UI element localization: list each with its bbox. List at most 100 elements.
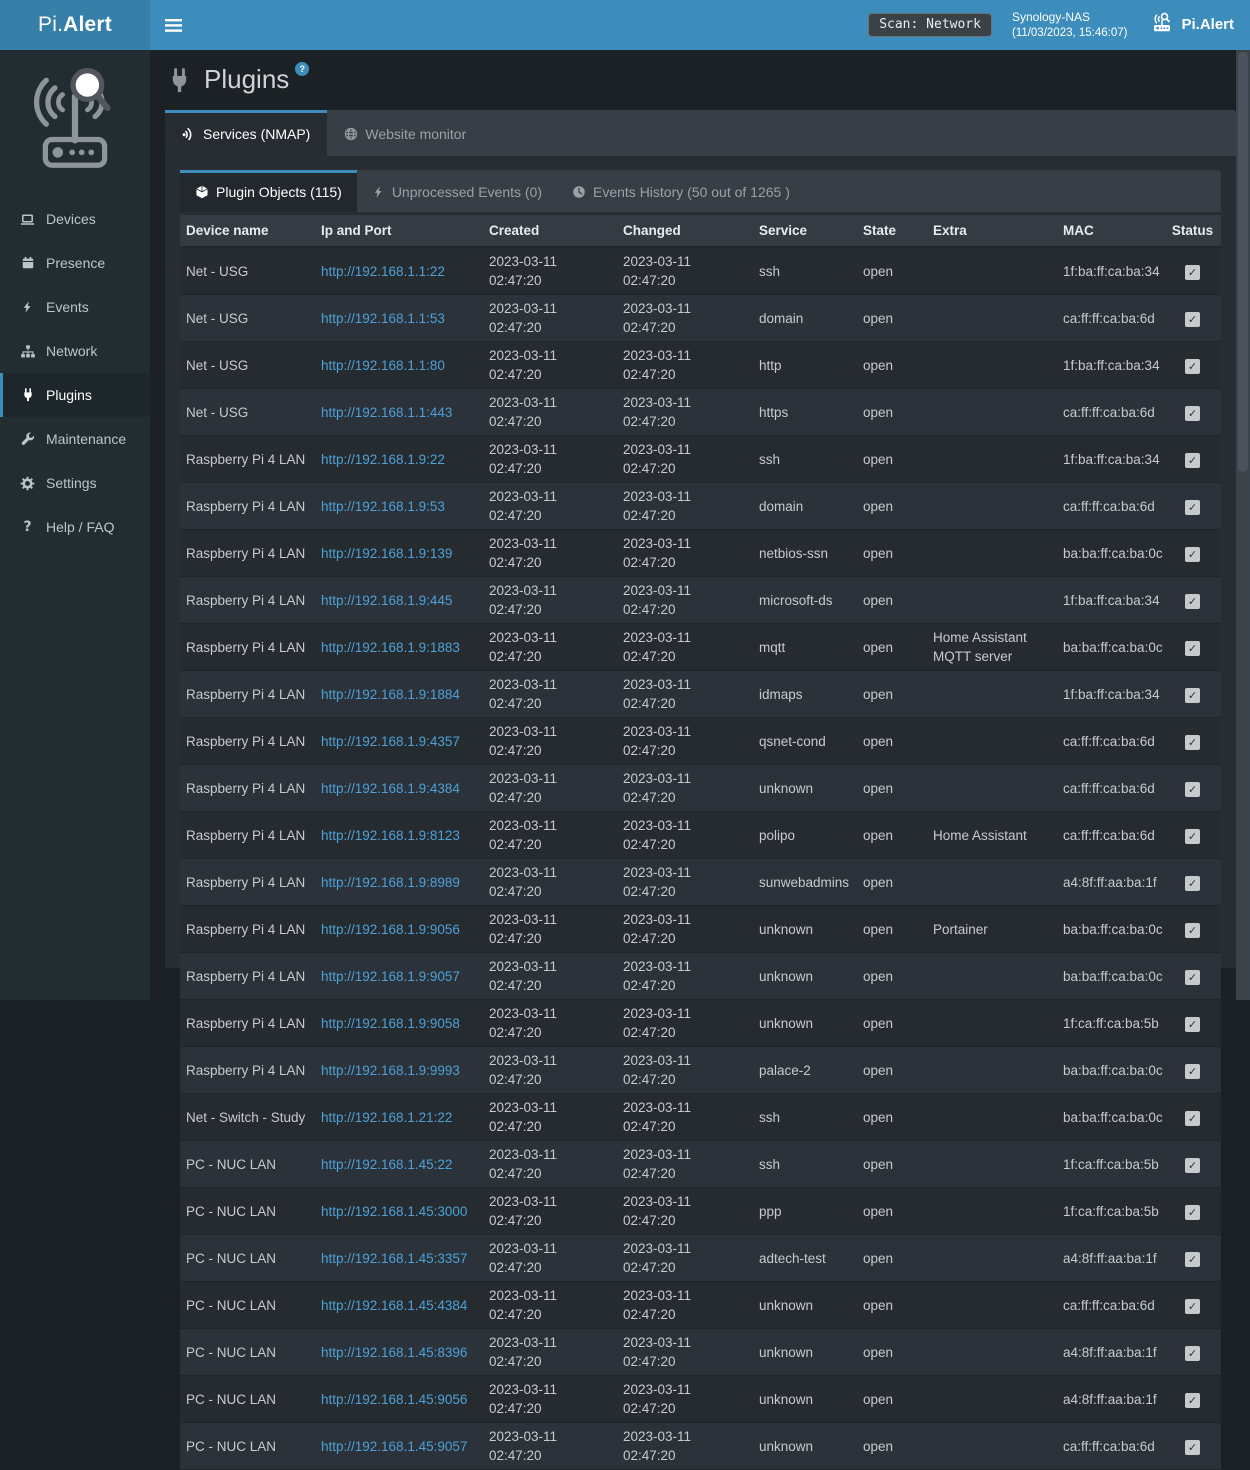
mac-cell: ca:ff:ff:ca:ba:6d (1057, 295, 1164, 342)
column-header-changed[interactable]: Changed (617, 215, 753, 247)
changed-cell: 2023-03-11 02:47:20 (617, 1047, 753, 1094)
status-cell: ✓ (1164, 247, 1221, 295)
ip-port-url[interactable]: http://192.168.1.45:9057 (321, 1439, 467, 1454)
device-name-cell: PC - NUC LAN (180, 1423, 315, 1470)
bolt-icon (372, 185, 385, 199)
ip-port-url[interactable]: http://192.168.1.9:9057 (321, 969, 460, 984)
status-checkbox[interactable]: ✓ (1185, 1158, 1200, 1173)
cube-icon (195, 185, 209, 199)
mac-cell: ca:ff:ff:ca:ba:6d (1057, 1423, 1164, 1470)
status-checkbox[interactable]: ✓ (1185, 1393, 1200, 1408)
status-checkbox[interactable]: ✓ (1185, 1111, 1200, 1126)
status-checkbox[interactable]: ✓ (1185, 1017, 1200, 1032)
status-checkbox[interactable]: ✓ (1185, 312, 1200, 327)
ip-port-url[interactable]: http://192.168.1.9:9056 (321, 922, 460, 937)
ip-port-url[interactable]: http://192.168.1.9:8989 (321, 875, 460, 890)
status-cell: ✓ (1164, 577, 1221, 624)
ip-port-url[interactable]: http://192.168.1.9:9058 (321, 1016, 460, 1031)
ip-port-url[interactable]: http://192.168.1.45:3000 (321, 1204, 467, 1219)
extra-cell (927, 953, 1057, 1000)
service-cell: ssh (753, 436, 857, 483)
column-header-device-name[interactable]: Device name (180, 215, 315, 247)
status-checkbox[interactable]: ✓ (1185, 1252, 1200, 1267)
tab-services-nmap[interactable]: Services (NMAP) (165, 110, 327, 156)
sidebar-item-network[interactable]: Network (0, 329, 150, 373)
sidebar-item-presence[interactable]: Presence (0, 241, 150, 285)
sidebar-item-help-faq[interactable]: ?Help / FAQ (0, 505, 150, 549)
status-checkbox[interactable]: ✓ (1185, 876, 1200, 891)
sidebar-item-events[interactable]: Events (0, 285, 150, 329)
ip-port-url[interactable]: http://192.168.1.9:8123 (321, 828, 460, 843)
sidebar-item-plugins[interactable]: Plugins (0, 373, 150, 417)
table-body: Net - USGhttp://192.168.1.1:222023-03-11… (180, 247, 1221, 1470)
extra-cell (927, 295, 1057, 342)
ip-port-url[interactable]: http://192.168.1.45:3357 (321, 1251, 467, 1266)
status-checkbox[interactable]: ✓ (1185, 265, 1200, 280)
ip-port-url[interactable]: http://192.168.1.1:443 (321, 405, 452, 420)
status-checkbox[interactable]: ✓ (1185, 359, 1200, 374)
subtab-unprocessed-events-0[interactable]: Unprocessed Events (0) (357, 170, 557, 212)
ip-port-url[interactable]: http://192.168.1.9:4357 (321, 734, 460, 749)
status-cell: ✓ (1164, 1235, 1221, 1282)
status-checkbox[interactable]: ✓ (1185, 1346, 1200, 1361)
vertical-scrollbar[interactable] (1236, 50, 1250, 1000)
ip-port-url[interactable]: http://192.168.1.45:9056 (321, 1392, 467, 1407)
subtab-plugin-objects-115[interactable]: Plugin Objects (115) (180, 170, 357, 212)
ip-port-url[interactable]: http://192.168.1.9:445 (321, 593, 452, 608)
status-checkbox[interactable]: ✓ (1185, 970, 1200, 985)
status-checkbox[interactable]: ✓ (1185, 1440, 1200, 1455)
status-checkbox[interactable]: ✓ (1185, 547, 1200, 562)
status-checkbox[interactable]: ✓ (1185, 1205, 1200, 1220)
status-checkbox[interactable]: ✓ (1185, 829, 1200, 844)
ip-port-url[interactable]: http://192.168.1.1:80 (321, 358, 445, 373)
ip-port-url[interactable]: http://192.168.1.9:9993 (321, 1063, 460, 1078)
column-header-status[interactable]: Status (1164, 215, 1221, 247)
status-checkbox[interactable]: ✓ (1185, 594, 1200, 609)
status-checkbox[interactable]: ✓ (1185, 782, 1200, 797)
table-row: Net - Switch - Studyhttp://192.168.1.21:… (180, 1094, 1221, 1141)
wrench-icon (18, 432, 37, 446)
scrollbar-thumb[interactable] (1238, 52, 1248, 472)
state-cell: open (857, 342, 927, 389)
ip-port-url[interactable]: http://192.168.1.1:53 (321, 311, 445, 326)
sidebar-item-maintenance[interactable]: Maintenance (0, 417, 150, 461)
status-checkbox[interactable]: ✓ (1185, 923, 1200, 938)
status-checkbox[interactable]: ✓ (1185, 688, 1200, 703)
column-header-created[interactable]: Created (483, 215, 617, 247)
app-logo[interactable]: Pi.Alert (0, 0, 150, 50)
subtab-events-history-50-out-of-1265[interactable]: Events History (50 out of 1265 ) (557, 170, 805, 212)
tab-website-monitor[interactable]: Website monitor (327, 110, 483, 156)
ip-port-url[interactable]: http://192.168.1.9:53 (321, 499, 445, 514)
navbar-brand[interactable]: Pi.Alert (1147, 12, 1234, 38)
ip-port-url[interactable]: http://192.168.1.9:22 (321, 452, 445, 467)
status-checkbox[interactable]: ✓ (1185, 1064, 1200, 1079)
ip-port-url[interactable]: http://192.168.1.1:22 (321, 264, 445, 279)
status-checkbox[interactable]: ✓ (1185, 735, 1200, 750)
status-checkbox[interactable]: ✓ (1185, 1299, 1200, 1314)
status-checkbox[interactable]: ✓ (1185, 453, 1200, 468)
column-header-extra[interactable]: Extra (927, 215, 1057, 247)
column-header-mac[interactable]: MAC (1057, 215, 1164, 247)
ip-port-link: http://192.168.1.9:9057 (315, 953, 483, 1000)
hamburger-menu-icon[interactable] (150, 0, 196, 50)
ip-port-url[interactable]: http://192.168.1.45:22 (321, 1157, 452, 1172)
column-header-ip-and-port[interactable]: Ip and Port (315, 215, 483, 247)
column-header-state[interactable]: State (857, 215, 927, 247)
ip-port-url[interactable]: http://192.168.1.45:8396 (321, 1345, 467, 1360)
ip-port-url[interactable]: http://192.168.1.21:22 (321, 1110, 452, 1125)
ip-port-url[interactable]: http://192.168.1.9:139 (321, 546, 452, 561)
status-checkbox[interactable]: ✓ (1185, 406, 1200, 421)
ip-port-url[interactable]: http://192.168.1.45:4384 (321, 1298, 467, 1313)
sidebar-item-settings[interactable]: Settings (0, 461, 150, 505)
ip-port-url[interactable]: http://192.168.1.9:1884 (321, 687, 460, 702)
device-name-cell: Raspberry Pi 4 LAN (180, 906, 315, 953)
sidebar-item-devices[interactable]: Devices (0, 197, 150, 241)
help-badge[interactable]: ? (295, 62, 309, 76)
ip-port-url[interactable]: http://192.168.1.9:4384 (321, 781, 460, 796)
status-checkbox[interactable]: ✓ (1185, 500, 1200, 515)
ip-port-url[interactable]: http://192.168.1.9:1883 (321, 640, 460, 655)
column-header-service[interactable]: Service (753, 215, 857, 247)
status-checkbox[interactable]: ✓ (1185, 641, 1200, 656)
service-cell: ssh (753, 247, 857, 295)
ip-port-link: http://192.168.1.45:9057 (315, 1423, 483, 1470)
